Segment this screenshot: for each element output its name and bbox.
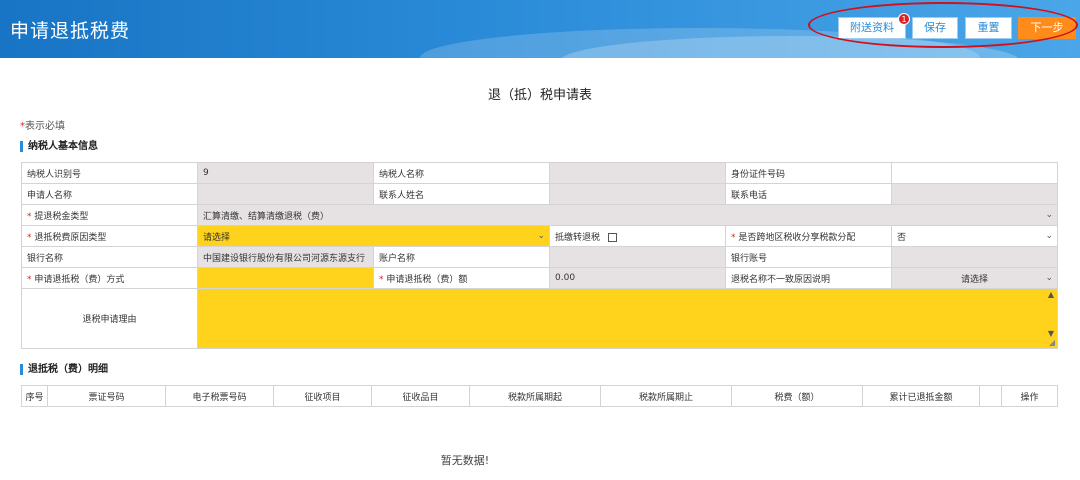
refund-type-label: 提退税金类型 <box>34 211 89 222</box>
table-row: 银行名称 中国建设银行股份有限公司河源东源支行 账户名称 银行账号 <box>21 246 1058 268</box>
required-star: * <box>379 274 384 285</box>
required-star: * <box>731 232 736 243</box>
chevron-down-icon: ⌄ <box>1045 273 1053 283</box>
reason-textarea[interactable]: ▲ ▼ ◢ <box>197 288 1058 349</box>
required-star: * <box>27 232 32 243</box>
contact-name-value <box>549 183 726 205</box>
column-header: 累计已退抵金额 <box>862 385 980 407</box>
form-title: 退（抵）税申请表 <box>487 88 592 103</box>
column-header: 征收项目 <box>273 385 372 407</box>
empty-state-text: 暂无数据! <box>440 454 490 467</box>
refund-type-select[interactable]: 汇算清缴、结算清缴退税（费） ⌄ <box>197 204 1058 226</box>
transfer-checkbox[interactable] <box>608 232 618 242</box>
resize-handle-icon[interactable]: ◢ <box>1049 338 1055 347</box>
cross-region-value: 否 <box>897 232 907 243</box>
column-header: 税款所属期止 <box>600 385 732 407</box>
transfer-cell: 抵缴转退税 <box>549 225 726 247</box>
phone-value <box>891 183 1058 205</box>
taxpayer-info-table: 纳税人识别号 9 纳税人名称 身份证件号码 申请人名称 联系人姓名 联系电话 *… <box>21 162 1058 349</box>
page-header: 申请退抵税费 附送资料 1 保存 重置 下一步 <box>0 0 1080 58</box>
table-row: * 提退税金类型 汇算清缴、结算清缴退税（费） ⌄ <box>21 204 1058 226</box>
cross-region-label-cell: * 是否跨地区税收分享税款分配 <box>725 225 892 247</box>
method-input[interactable] <box>197 267 374 289</box>
scroll-up-icon[interactable]: ▲ <box>1048 290 1054 299</box>
taxpayer-id-value: 9 <box>197 162 374 184</box>
phone-label: 联系电话 <box>725 183 892 205</box>
table-row: 退税申请理由 ▲ ▼ ◢ <box>21 288 1058 349</box>
table-row: * 退抵税费原因类型 请选择 ⌄ 抵缴转退税 * 是否跨地区税收分享税款分配 否 ⌄ <box>21 225 1058 247</box>
table-row: * 申请退抵税（费）方式 * 申请退抵税（费）额 0.00 退税名称不一致原因说… <box>21 267 1058 289</box>
bank-name-label: 银行名称 <box>21 246 198 268</box>
transfer-label: 抵缴转退税 <box>555 232 601 243</box>
column-header: 征收品目 <box>371 385 470 407</box>
id-number-value <box>891 162 1058 184</box>
refund-type-value: 汇算清缴、结算清缴退税（费） <box>203 211 330 222</box>
chevron-down-icon: ⌄ <box>1045 231 1053 241</box>
column-header: 税款所属期起 <box>469 385 601 407</box>
mismatch-select[interactable]: 请选择 ⌄ <box>891 267 1058 289</box>
required-star: * <box>27 274 32 285</box>
column-header: 票证号码 <box>47 385 166 407</box>
reason-label: 退税申请理由 <box>21 288 198 349</box>
chevron-down-icon: ⌄ <box>537 231 545 241</box>
account-name-value <box>549 246 726 268</box>
column-header: 电子税票号码 <box>165 385 274 407</box>
method-label-cell: * 申请退抵税（费）方式 <box>21 267 198 289</box>
method-label: 申请退抵税（费）方式 <box>34 274 125 285</box>
account-name-label: 账户名称 <box>373 246 550 268</box>
refund-detail-table: 序号 票证号码 电子税票号码 征收项目 征收品目 税款所属期起 税款所属期止 税… <box>21 385 1058 407</box>
reason-type-value: 请选择 <box>203 232 231 243</box>
required-note-text: 表示必填 <box>25 121 65 132</box>
reason-type-label: 退抵税费原因类型 <box>34 232 107 243</box>
cross-region-select[interactable]: 否 ⌄ <box>891 225 1058 247</box>
amount-label: 申请退抵税（费）额 <box>386 274 468 285</box>
attach-count-badge: 1 <box>898 13 910 25</box>
table-header-row: 序号 票证号码 电子税票号码 征收项目 征收品目 税款所属期起 税款所属期止 税… <box>21 385 1058 407</box>
applicant-label: 申请人名称 <box>21 183 198 205</box>
reason-type-label-cell: * 退抵税费原因类型 <box>21 225 198 247</box>
id-number-label: 身份证件号码 <box>725 162 892 184</box>
required-note: *表示必填 <box>20 117 65 132</box>
column-header <box>979 385 1002 407</box>
column-header: 税费（额） <box>731 385 863 407</box>
section-title-detail: 退抵税（费）明细 <box>20 364 108 375</box>
contact-name-label: 联系人姓名 <box>373 183 550 205</box>
next-step-button[interactable]: 下一步 <box>1018 17 1076 39</box>
save-button[interactable]: 保存 <box>912 17 958 39</box>
amount-label-cell: * 申请退抵税（费）额 <box>373 267 550 289</box>
page-title: 申请退抵税费 <box>10 20 131 42</box>
column-header: 序号 <box>21 385 48 407</box>
scroll-down-icon[interactable]: ▼ <box>1048 329 1054 338</box>
reason-type-select[interactable]: 请选择 ⌄ <box>197 225 550 247</box>
table-row: 申请人名称 联系人姓名 联系电话 <box>21 183 1058 205</box>
account-no-label: 银行账号 <box>725 246 892 268</box>
taxpayer-name-value <box>549 162 726 184</box>
amount-value: 0.00 <box>549 267 726 289</box>
table-row: 纳税人识别号 9 纳税人名称 身份证件号码 <box>21 162 1058 184</box>
account-no-value <box>891 246 1058 268</box>
column-header: 操作 <box>1001 385 1058 407</box>
chevron-down-icon: ⌄ <box>1045 210 1053 220</box>
applicant-value <box>197 183 374 205</box>
reset-button[interactable]: 重置 <box>965 17 1012 39</box>
cross-region-label: 是否跨地区税收分享税款分配 <box>738 232 856 243</box>
section-title-basic-info: 纳税人基本信息 <box>20 141 98 152</box>
attach-documents-button[interactable]: 附送资料 <box>838 17 906 39</box>
taxpayer-id-label: 纳税人识别号 <box>21 162 198 184</box>
bank-name-value: 中国建设银行股份有限公司河源东源支行 <box>197 246 374 268</box>
mismatch-value: 请选择 <box>960 274 988 285</box>
taxpayer-name-label: 纳税人名称 <box>373 162 550 184</box>
refund-type-label-cell: * 提退税金类型 <box>21 204 198 226</box>
required-star: * <box>27 211 32 222</box>
mismatch-label: 退税名称不一致原因说明 <box>725 267 892 289</box>
